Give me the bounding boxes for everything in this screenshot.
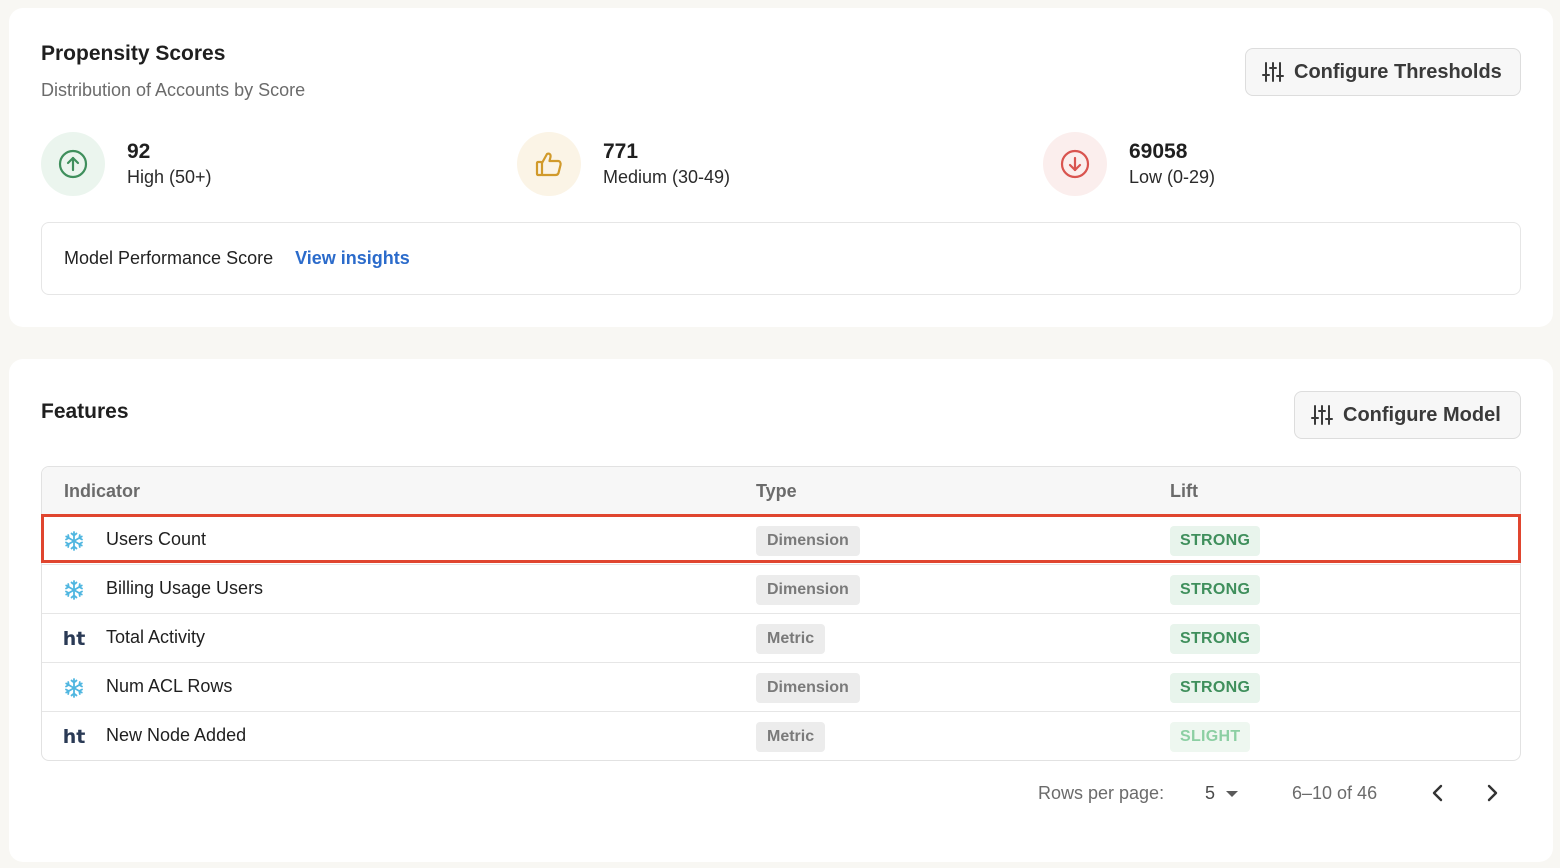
chevron-right-icon [1487,784,1498,802]
type-badge: Metric [756,624,826,654]
caret-down-icon [1226,790,1239,797]
snowflake-icon [62,529,86,553]
indicator-name: New Node Added [106,725,247,745]
table-row[interactable]: ht Total Activity Metric STRONG [42,614,1520,663]
stat-medium-label: Medium (30-49) [603,167,731,187]
stat-low-label: Low (0-29) [1129,167,1216,187]
configure-thresholds-label: Configure Thresholds [1294,60,1502,83]
type-badge: Dimension [756,673,860,703]
lift-badge: SLIGHT [1170,722,1251,752]
column-header-type[interactable]: Type [756,481,797,502]
propensity-scores-card: Propensity Scores Distribution of Accoun… [9,8,1553,327]
stat-medium-value: 771 [603,140,639,163]
table-row[interactable]: Num ACL Rows Dimension STRONG [42,663,1520,712]
features-table: Indicator Type Lift Users Count Dimensio… [41,466,1521,761]
stat-low-value: 69058 [1129,140,1188,163]
configure-model-button[interactable]: Configure Model [1294,391,1521,439]
indicator-name: Users Count [106,529,207,549]
table-row[interactable]: Billing Usage Users Dimension STRONG [42,565,1520,614]
view-insights-link[interactable]: View insights [295,248,410,269]
lift-badge: STRONG [1170,526,1261,556]
lift-badge: STRONG [1170,624,1261,654]
table-row[interactable]: ht New Node Added Metric SLIGHT [42,712,1520,760]
propensity-title: Propensity Scores [41,42,226,65]
rows-per-page-label: Rows per page: [1038,783,1165,803]
arrow-down-circle-icon [1043,132,1107,196]
column-header-lift[interactable]: Lift [1170,481,1198,502]
previous-page-button[interactable] [1427,782,1449,809]
sliders-icon [1311,405,1333,425]
table-row[interactable]: Users Count Dimension STRONG [42,516,1520,565]
stat-low: 69058 Low (0-29) [1043,132,1215,196]
thumbs-up-icon [517,132,581,196]
indicator-name: Num ACL Rows [106,676,233,696]
table-header: Indicator Type Lift [42,467,1520,516]
indicator-name: Billing Usage Users [106,578,264,598]
lift-badge: STRONG [1170,673,1261,703]
type-badge: Dimension [756,575,860,605]
next-page-button[interactable] [1481,782,1503,809]
pagination-range: 6–10 of 46 [1292,783,1378,803]
stat-high: 92 High (50+) [41,132,212,196]
type-badge: Metric [756,722,826,752]
configure-thresholds-button[interactable]: Configure Thresholds [1245,48,1521,96]
ht-icon: ht [62,726,86,748]
configure-model-label: Configure Model [1343,403,1501,426]
rows-per-page-select[interactable]: 5 [1205,783,1239,804]
propensity-subtitle: Distribution of Accounts by Score [41,80,306,100]
chevron-left-icon [1432,784,1443,802]
column-header-indicator[interactable]: Indicator [64,481,140,502]
sliders-icon [1262,62,1284,82]
rows-per-page-value: 5 [1205,783,1216,803]
features-card: Features Configure Model Indicator Type … [9,359,1553,862]
snowflake-icon [62,676,86,700]
model-performance-label: Model Performance Score [64,248,274,268]
stat-medium: 771 Medium (30-49) [517,132,730,196]
lift-badge: STRONG [1170,575,1261,605]
snowflake-icon [62,578,86,602]
model-performance-box: Model Performance Score View insights [41,222,1521,295]
indicator-name: Total Activity [106,627,206,647]
stat-high-label: High (50+) [127,167,212,187]
type-badge: Dimension [756,526,860,556]
stat-high-value: 92 [127,140,151,163]
arrow-up-circle-icon [41,132,105,196]
features-title: Features [41,400,129,423]
ht-icon: ht [62,628,86,650]
